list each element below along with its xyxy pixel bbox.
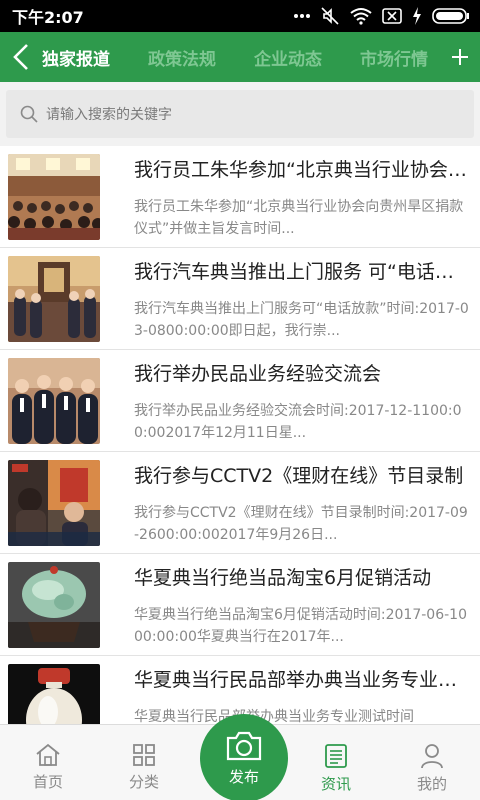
plus-icon (452, 49, 468, 65)
publish-label: 发布 (228, 767, 259, 786)
news-thumbnail (8, 154, 100, 240)
mute-icon (320, 6, 340, 26)
tab-exclusive-reports[interactable]: 独家报道 (42, 45, 110, 70)
publish-button[interactable]: 发布 (200, 714, 288, 800)
search-input[interactable]: 请输入搜索的关键字 (6, 90, 474, 138)
news-item[interactable]: 华夏典当行绝当品淘宝6月促销活动 华夏典当行绝当品淘宝6月促销活动时间:2017… (0, 554, 480, 656)
back-button[interactable] (0, 32, 42, 82)
sim-none-icon (382, 8, 402, 24)
nav-mine[interactable]: 我的 (384, 725, 480, 800)
news-title: 我行汽车典当推出上门服务 可“电话放款” (134, 261, 470, 283)
news-summary: 华夏典当行民品部举办典当业务专业测试时间 (134, 709, 414, 724)
tab-company-news[interactable]: 企业动态 (254, 45, 322, 70)
search-placeholder: 请输入搜索的关键字 (46, 107, 172, 123)
news-item[interactable]: 我行员工朱华参加“北京典当行业协会向贵州旱区捐款仪式”并做主旨发言 我行员工朱华… (0, 146, 480, 248)
news-thumbnail (8, 460, 100, 546)
nav-mine-label: 我的 (416, 775, 447, 793)
news-title: 我行参与CCTV2《理财在线》节目录制 (134, 465, 464, 487)
search-icon (20, 105, 38, 123)
tab-market[interactable]: 市场行情 (360, 45, 428, 70)
news-list: 我行员工朱华参加“北京典当行业协会向贵州旱区捐款仪式”并做主旨发言 我行员工朱华… (0, 146, 480, 724)
news-summary: 华夏典当行绝当品淘宝6月促销活动时间:2017-06-1000:00:00华夏典… (134, 607, 467, 645)
nav-home[interactable]: 首页 (0, 725, 96, 800)
camera-icon (226, 731, 262, 760)
news-thumbnail (8, 664, 100, 724)
news-summary: 我行汽车典当推出上门服务可“电话放款”时间:2017-03-0800:00:00… (134, 301, 469, 339)
news-summary: 我行举办民品业务经验交流会时间:2017-12-1100:00:002017年1… (134, 403, 462, 441)
wifi-icon (350, 7, 372, 25)
news-title: 华夏典当行绝当品淘宝6月促销活动 (134, 567, 432, 589)
news-item[interactable]: 我行参与CCTV2《理财在线》节目录制 我行参与CCTV2《理财在线》节目录制时… (0, 452, 480, 554)
nav-category-label: 分类 (128, 773, 159, 791)
nav-home-label: 首页 (32, 773, 63, 791)
category-tabs: 独家报道 政策法规 企业动态 市场行情 (42, 45, 480, 70)
chevron-left-icon (13, 44, 28, 70)
status-icons (294, 6, 470, 26)
news-thumbnail (8, 358, 100, 444)
news-doc-icon (325, 744, 347, 768)
battery-icon (432, 7, 470, 25)
status-time: 下午2:07 (12, 8, 84, 27)
news-summary: 我行员工朱华参加“北京典当行业协会向贵州旱区捐款仪式”并做主旨发言时间... (134, 199, 464, 237)
charging-icon (412, 7, 422, 25)
news-title: 我行员工朱华参加“北京典当行业协会向贵州旱区捐款仪式”并做主旨发言 (134, 159, 470, 181)
nav-news-label: 资讯 (320, 775, 351, 793)
news-thumbnail (8, 562, 100, 648)
more-dots-icon (294, 13, 310, 19)
news-item[interactable]: 我行汽车典当推出上门服务 可“电话放款” 我行汽车典当推出上门服务可“电话放款”… (0, 248, 480, 350)
search-bar: 请输入搜索的关键字 (0, 82, 480, 146)
user-icon (421, 744, 443, 769)
top-nav-bar: 独家报道 政策法规 企业动态 市场行情 (0, 32, 480, 82)
news-title: 我行举办民品业务经验交流会 (134, 363, 382, 385)
news-thumbnail (8, 256, 100, 342)
news-summary: 我行参与CCTV2《理财在线》节目录制时间:2017-09-2600:00:00… (134, 505, 468, 543)
add-tab-button[interactable] (440, 32, 480, 82)
nav-category[interactable]: 分类 (96, 725, 192, 800)
nav-news[interactable]: 资讯 (288, 725, 384, 800)
grid-icon (133, 744, 155, 766)
news-item[interactable]: 我行举办民品业务经验交流会 我行举办民品业务经验交流会时间:2017-12-11… (0, 350, 480, 452)
tab-policies[interactable]: 政策法规 (148, 45, 216, 70)
status-bar: 下午2:07 (0, 0, 480, 32)
news-title: 华夏典当行民品部举办典当业务专业测试 (134, 669, 470, 691)
home-icon (36, 743, 60, 766)
